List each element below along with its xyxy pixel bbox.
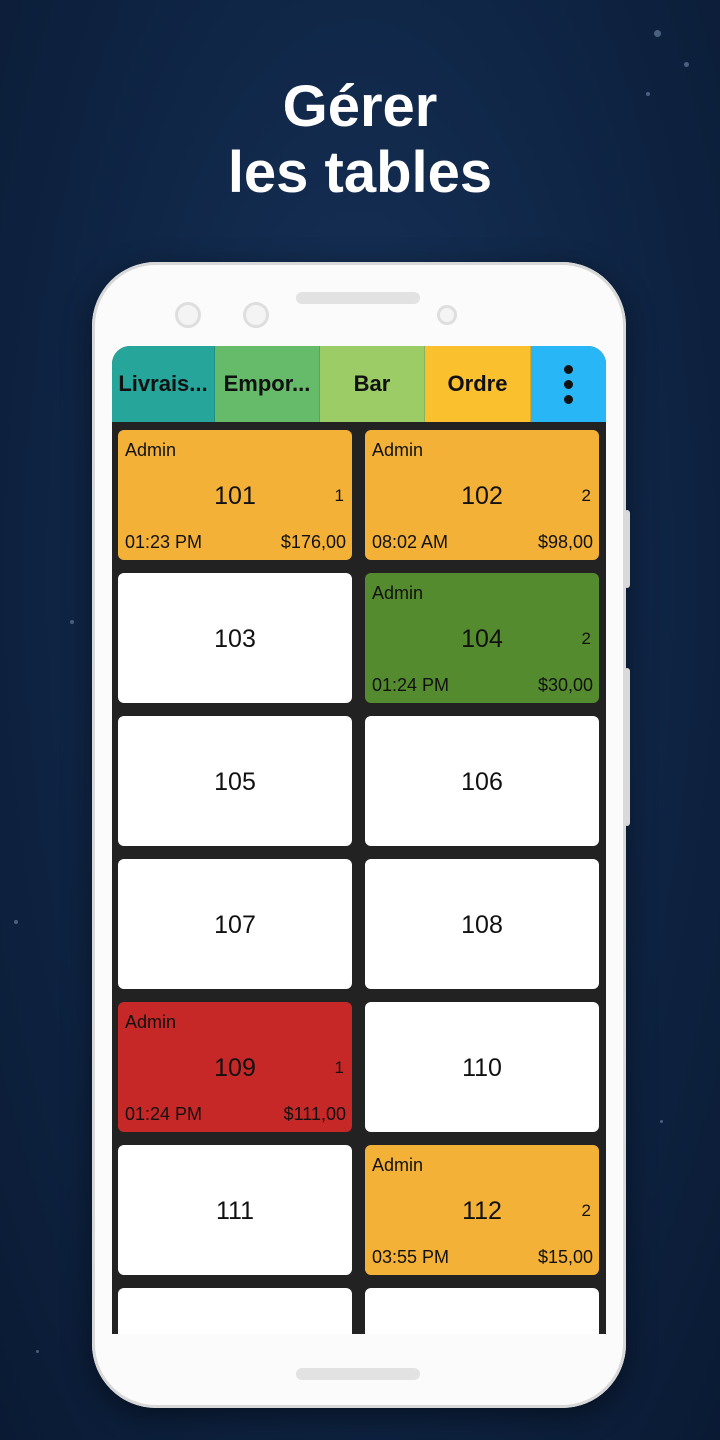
table-number: 110	[462, 1054, 502, 1082]
table-amount: $98,00	[537, 532, 593, 552]
phone-side-button	[624, 510, 630, 588]
table-open-time: 03:55 PM	[372, 1247, 450, 1267]
menu-dot	[564, 364, 573, 374]
menu-dot	[564, 394, 573, 404]
table-guest-count: 2	[581, 629, 591, 648]
table-number: 108	[461, 911, 503, 939]
table-card[interactable]: 105	[118, 716, 352, 846]
table-card[interactable]	[118, 1288, 352, 1334]
star-decoration	[654, 30, 661, 37]
proximity-sensor-icon	[437, 305, 457, 325]
table-number: 105	[214, 768, 256, 796]
app-screen: Livrais... Empor... Bar Ordre Admin 101 1 0…	[112, 346, 606, 1334]
table-number: 104	[461, 625, 503, 653]
table-card[interactable]: 106	[365, 716, 599, 846]
table-user: Admin	[372, 583, 424, 603]
table-card[interactable]: 111	[118, 1145, 352, 1275]
tab-ordre[interactable]: Ordre	[425, 346, 531, 422]
phone-side-button	[624, 668, 630, 826]
tab-bar[interactable]: Bar	[320, 346, 425, 422]
table-number: 111	[215, 1197, 254, 1225]
table-amount: $111,00	[283, 1104, 346, 1124]
table-amount: $30,00	[537, 675, 593, 695]
headline-line-2: les tables	[227, 140, 493, 205]
menu-dot	[564, 379, 573, 389]
earpiece-speaker	[296, 292, 420, 304]
more-vertical-icon[interactable]	[531, 346, 606, 422]
table-card[interactable]: Admin 101 1 01:23 PM $176,00	[118, 430, 352, 560]
table-card[interactable]: 107	[118, 859, 352, 989]
tab-emporter[interactable]: Empor...	[215, 346, 320, 422]
table-card[interactable]: Admin 104 2 01:24 PM $30,00	[365, 573, 599, 703]
table-guest-count: 1	[334, 1058, 344, 1077]
table-user: Admin	[125, 1012, 177, 1032]
table-user: Admin	[372, 1155, 424, 1175]
table-guest-count: 2	[581, 1201, 591, 1220]
tab-livraison[interactable]: Livrais...	[112, 346, 215, 422]
star-decoration	[36, 1350, 39, 1353]
table-amount: $176,00	[280, 532, 346, 552]
star-decoration	[684, 62, 689, 67]
table-guest-count: 1	[334, 486, 344, 505]
table-user: Admin	[125, 440, 177, 460]
table-number: 112	[462, 1197, 502, 1225]
table-number: 109	[214, 1054, 256, 1082]
table-card[interactable]: Admin 102 2 08:02 AM $98,00	[365, 430, 599, 560]
category-tab-bar: Livrais... Empor... Bar Ordre	[112, 346, 606, 422]
table-number: 102	[461, 482, 503, 510]
table-open-time: 08:02 AM	[372, 532, 449, 552]
table-card[interactable]: Admin 109 1 01:24 PM $111,00	[118, 1002, 352, 1132]
table-card[interactable]: 108	[365, 859, 599, 989]
star-decoration	[14, 920, 18, 924]
front-camera-icon	[175, 302, 201, 328]
table-open-time: 01:24 PM	[125, 1104, 203, 1124]
front-sensor-icon	[243, 302, 269, 328]
star-decoration	[660, 1120, 663, 1123]
table-open-time: 01:23 PM	[125, 532, 203, 552]
star-decoration	[70, 620, 74, 624]
promo-headline: Gérer les tables	[0, 74, 720, 206]
table-number: 107	[214, 911, 256, 939]
table-card[interactable]: 110	[365, 1002, 599, 1132]
table-number: 103	[214, 625, 256, 653]
table-guest-count: 2	[581, 486, 591, 505]
table-number: 106	[461, 768, 503, 796]
table-card[interactable]: Admin 112 2 03:55 PM $15,00	[365, 1145, 599, 1275]
table-amount: $15,00	[537, 1247, 593, 1267]
table-number: 101	[214, 482, 256, 510]
headline-line-1: Gérer	[282, 74, 438, 139]
table-card[interactable]	[365, 1288, 599, 1334]
table-card[interactable]: 103	[118, 573, 352, 703]
table-user: Admin	[372, 440, 424, 460]
table-open-time: 01:24 PM	[372, 675, 450, 695]
bottom-speaker	[296, 1368, 420, 1380]
